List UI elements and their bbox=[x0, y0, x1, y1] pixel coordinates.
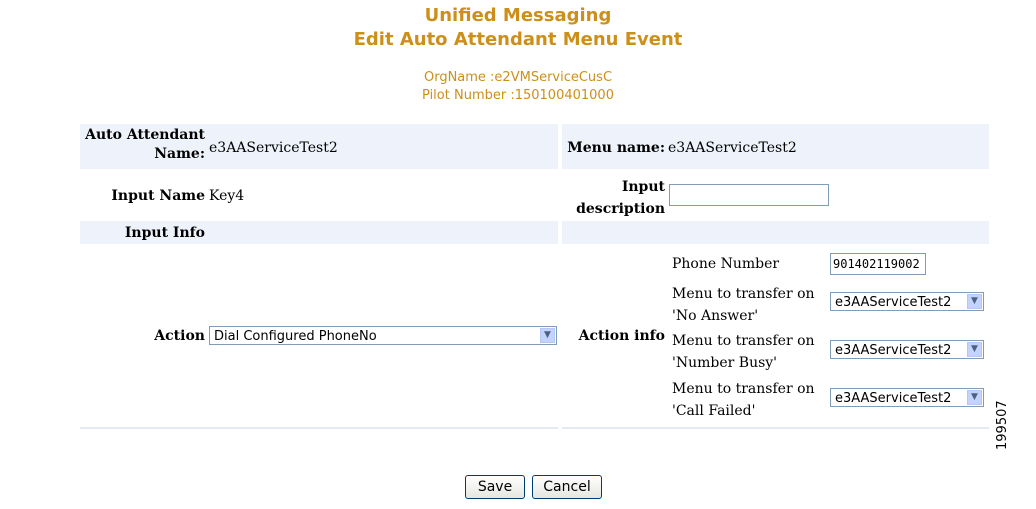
number-busy-label: Menu to transfer on 'Number Busy' bbox=[672, 330, 815, 374]
action-info-label: Action info bbox=[578, 328, 665, 344]
action-select-value: Dial Configured PhoneNo bbox=[214, 329, 377, 344]
number-busy-menu-select[interactable]: e3AAServiceTest2 ▼ bbox=[830, 340, 984, 359]
phone-number-label: Phone Number bbox=[672, 256, 780, 272]
input-description-label: Input description bbox=[562, 176, 665, 220]
auto-attendant-name-label: Auto Attendant Name: bbox=[80, 126, 205, 164]
action-label: Action bbox=[154, 328, 205, 344]
call-failed-label-line2: 'Call Failed' bbox=[672, 403, 756, 419]
no-answer-label-line2: 'No Answer' bbox=[672, 308, 759, 324]
number-busy-label-line2: 'Number Busy' bbox=[672, 355, 778, 371]
chevron-down-icon[interactable]: ▼ bbox=[967, 390, 982, 405]
input-description-field[interactable] bbox=[669, 184, 829, 206]
action-select[interactable]: Dial Configured PhoneNo ▼ bbox=[209, 326, 557, 345]
call-failed-label: Menu to transfer on 'Call Failed' bbox=[672, 378, 815, 422]
call-failed-menu-select[interactable]: e3AAServiceTest2 ▼ bbox=[830, 388, 984, 407]
figure-id-watermark: 199507 bbox=[995, 400, 1010, 450]
org-name: OrgName :e2VMServiceCusC bbox=[423, 70, 613, 85]
no-answer-label-line1: Menu to transfer on bbox=[672, 286, 815, 302]
no-answer-label: Menu to transfer on 'No Answer' bbox=[672, 283, 815, 327]
input-description-label-line1: Input bbox=[621, 179, 665, 195]
input-description-label-line2: description bbox=[576, 201, 665, 217]
input-info-label: Input Info bbox=[124, 225, 205, 241]
pilot-number: Pilot Number :150100401000 bbox=[422, 88, 614, 103]
no-answer-select-value: e3AAServiceTest2 bbox=[835, 295, 952, 310]
table-bottom-border-right bbox=[562, 427, 989, 429]
app-title: Unified Messaging bbox=[424, 5, 612, 26]
call-failed-select-value: e3AAServiceTest2 bbox=[835, 391, 952, 406]
chevron-down-icon[interactable]: ▼ bbox=[967, 342, 982, 357]
page-title: Edit Auto Attendant Menu Event bbox=[353, 29, 683, 50]
cancel-button[interactable]: Cancel bbox=[532, 475, 602, 499]
chevron-down-icon[interactable]: ▼ bbox=[540, 328, 555, 343]
table-bottom-border-left bbox=[80, 427, 558, 429]
phone-number-field[interactable]: 901402119002 bbox=[830, 253, 926, 275]
menu-name-value: e3AAServiceTest2 bbox=[668, 140, 797, 156]
auto-attendant-label-line1: Auto Attendant bbox=[85, 127, 205, 143]
chevron-down-icon[interactable]: ▼ bbox=[967, 294, 982, 309]
no-answer-menu-select[interactable]: e3AAServiceTest2 ▼ bbox=[830, 292, 984, 311]
number-busy-label-line1: Menu to transfer on bbox=[672, 333, 815, 349]
input-name-label: Input Name bbox=[111, 188, 205, 204]
menu-name-label: Menu name: bbox=[567, 140, 665, 156]
auto-attendant-label-line2: Name: bbox=[154, 146, 205, 162]
number-busy-select-value: e3AAServiceTest2 bbox=[835, 343, 952, 358]
row-band-input-info-right bbox=[562, 221, 989, 244]
call-failed-label-line1: Menu to transfer on bbox=[672, 381, 815, 397]
auto-attendant-name-value: e3AAServiceTest2 bbox=[209, 140, 338, 156]
save-button[interactable]: Save bbox=[465, 475, 525, 499]
input-name-value: Key4 bbox=[209, 188, 245, 204]
